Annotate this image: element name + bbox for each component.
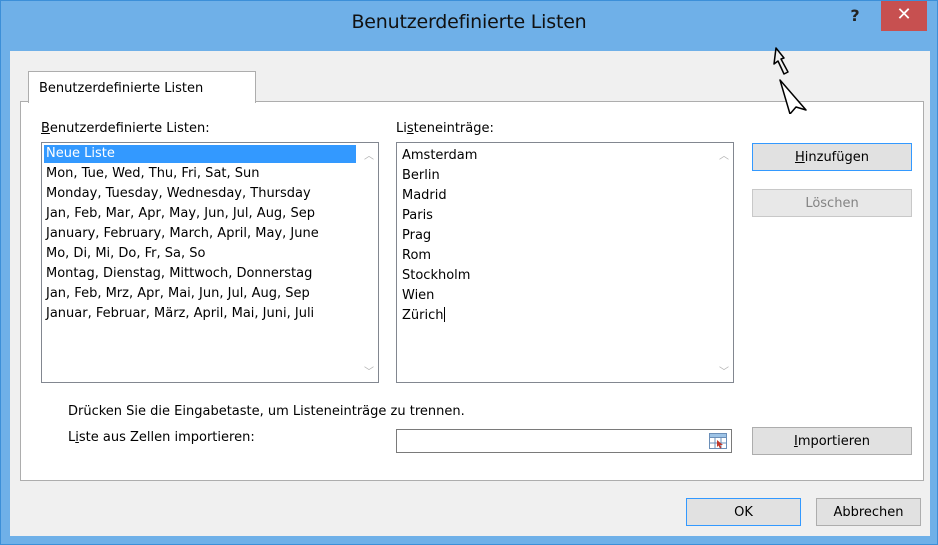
custom-lists-label: Benutzerdefinierte Listen: xyxy=(41,121,210,136)
list-entries-label-text: teneinträge: xyxy=(413,121,494,136)
entry-line: Madrid xyxy=(402,188,447,203)
import-button-label: mportieren xyxy=(797,434,871,449)
custom-lists-label-mnemonic: B xyxy=(41,121,50,136)
delete-button[interactable]: Löschen xyxy=(752,189,912,217)
entry-line: Berlin xyxy=(402,168,440,183)
cancel-button[interactable]: Abbrechen xyxy=(816,498,921,526)
list-entries-label: Listeneinträge: xyxy=(396,121,494,136)
separator-hint: Drücken Sie die Eingabetaste, um Listene… xyxy=(68,404,465,419)
entry-line-text: Zürich xyxy=(402,308,444,323)
scroll-up-icon[interactable]: ︿ xyxy=(364,147,374,162)
list-entries-label-pre: Li xyxy=(396,121,407,136)
ok-button[interactable]: OK xyxy=(686,498,801,526)
entry-line: Stockholm xyxy=(402,268,471,283)
scroll-down-icon[interactable]: ﹀ xyxy=(719,363,729,378)
tab-benutzerdefinierte-listen[interactable]: Benutzerdefinierte Listen xyxy=(28,71,256,103)
dialog-body: Benutzerdefinierte Listen Benutzerdefini… xyxy=(10,51,930,536)
import-label-text: ste aus Zellen importieren: xyxy=(78,430,255,445)
add-button-mnemonic: H xyxy=(794,150,805,165)
entries-scrollbar[interactable]: ︿ ﹀ xyxy=(716,143,733,382)
mouse-pointer-icon xyxy=(773,47,807,114)
entry-line: Amsterdam xyxy=(402,148,478,163)
import-label: Liste aus Zellen importieren: xyxy=(68,430,255,445)
list-item[interactable]: Montag, Dienstag, Mittwoch, Donnerstag xyxy=(44,265,356,283)
custom-lists-scrollbar[interactable]: ︿ ﹀ xyxy=(361,143,378,382)
dialog-title: Benutzerdefinierte Listen xyxy=(351,11,587,33)
scroll-down-icon[interactable]: ﹀ xyxy=(364,363,374,378)
list-entries-label-mnemonic: s xyxy=(406,121,414,136)
list-item[interactable]: Mon, Tue, Wed, Thu, Fri, Sat, Sun xyxy=(44,165,356,183)
custom-lists-listbox[interactable]: Neue Liste Mon, Tue, Wed, Thu, Fri, Sat,… xyxy=(41,142,379,383)
list-entries-textarea[interactable]: Amsterdam Berlin Madrid Paris Prag Rom S… xyxy=(396,142,734,383)
list-item[interactable]: January, February, March, April, May, Ju… xyxy=(44,225,356,243)
scroll-up-icon[interactable]: ︿ xyxy=(719,147,729,162)
import-button[interactable]: Importieren xyxy=(752,427,912,455)
list-item[interactable]: Januar, Februar, März, April, Mai, Juni,… xyxy=(44,305,356,323)
add-button-label: inzufügen xyxy=(804,150,869,165)
close-button[interactable]: ✕ xyxy=(881,1,927,31)
custom-lists-label-text: enutzerdefinierte Listen: xyxy=(49,121,210,136)
range-picker-icon[interactable] xyxy=(709,433,727,449)
list-item[interactable]: Monday, Tuesday, Wednesday, Thursday xyxy=(44,185,356,203)
entry-line: Prag xyxy=(402,228,432,243)
entry-line: Paris xyxy=(402,208,433,223)
list-item[interactable]: Neue Liste xyxy=(44,145,356,163)
import-range-input[interactable] xyxy=(396,429,732,453)
text-caret xyxy=(443,307,445,322)
list-item[interactable]: Mo, Di, Mi, Do, Fr, Sa, So xyxy=(44,245,356,263)
tab-label: Benutzerdefinierte Listen xyxy=(39,81,204,96)
add-button[interactable]: Hinzufügen xyxy=(752,143,912,171)
help-button[interactable]: ? xyxy=(833,3,877,31)
list-item[interactable]: Jan, Feb, Mar, Apr, May, Jun, Jul, Aug, … xyxy=(44,205,356,223)
list-item[interactable]: Jan, Feb, Mrz, Apr, Mai, Jun, Jul, Aug, … xyxy=(44,285,356,303)
entry-line-last: Zürich xyxy=(402,306,445,326)
entry-line: Rom xyxy=(402,248,432,263)
dialog-window: Benutzerdefinierte Listen ? ✕ Benutzerde… xyxy=(0,0,938,545)
entry-line: Wien xyxy=(402,288,435,303)
